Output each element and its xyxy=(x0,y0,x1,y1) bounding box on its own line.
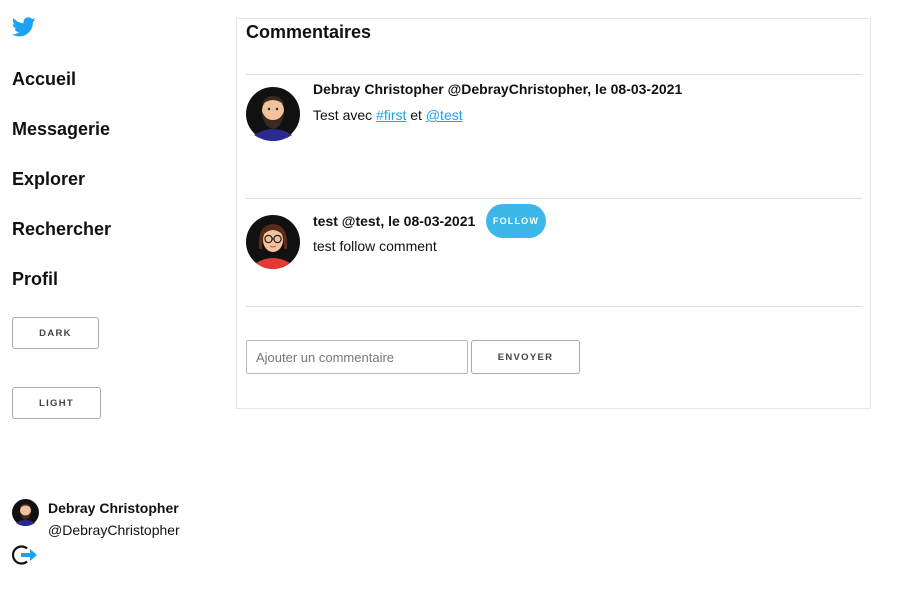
user-display-name: Debray Christopher xyxy=(48,500,179,516)
follow-button[interactable]: FOLLOW xyxy=(486,204,546,238)
logout-icon[interactable] xyxy=(12,544,38,566)
send-comment-button[interactable]: ENVOYER xyxy=(471,340,580,374)
divider xyxy=(246,74,862,75)
comments-panel: Commentaires Debray Christopher @DebrayC… xyxy=(236,18,871,409)
divider xyxy=(246,198,862,199)
user-handle: @DebrayChristopher xyxy=(48,522,180,538)
avatar xyxy=(246,215,300,269)
comment-text-part: et xyxy=(406,107,426,123)
nav-item-explorer[interactable]: Explorer xyxy=(12,166,111,216)
hashtag-link[interactable]: #first xyxy=(376,107,406,123)
avatar xyxy=(12,499,39,526)
comment-input[interactable] xyxy=(246,340,468,374)
page-title: Commentaires xyxy=(246,22,372,42)
nav-item-accueil[interactable]: Accueil xyxy=(12,66,111,116)
comment-author-meta: Debray Christopher @DebrayChristopher, l… xyxy=(313,81,683,97)
light-theme-button[interactable]: LIGHT xyxy=(12,387,101,419)
comment-text: test follow comment xyxy=(313,238,437,254)
comment-text-part: Test avec xyxy=(313,107,377,123)
divider xyxy=(246,306,862,307)
dark-theme-button[interactable]: DARK xyxy=(12,317,99,349)
nav-item-rechercher[interactable]: Rechercher xyxy=(12,216,111,266)
nav-item-profil[interactable]: Profil xyxy=(12,266,111,316)
avatar xyxy=(246,87,300,141)
nav-item-messagerie[interactable]: Messagerie xyxy=(12,116,111,166)
twitter-bird-icon[interactable] xyxy=(12,15,36,39)
main-nav: Accueil Messagerie Explorer Rechercher P… xyxy=(12,66,111,316)
comment-text: Test avec #first et @test xyxy=(313,107,463,123)
mention-link[interactable]: @test xyxy=(426,107,463,123)
comment-author-meta: test @test, le 08-03-2021 xyxy=(313,213,476,229)
